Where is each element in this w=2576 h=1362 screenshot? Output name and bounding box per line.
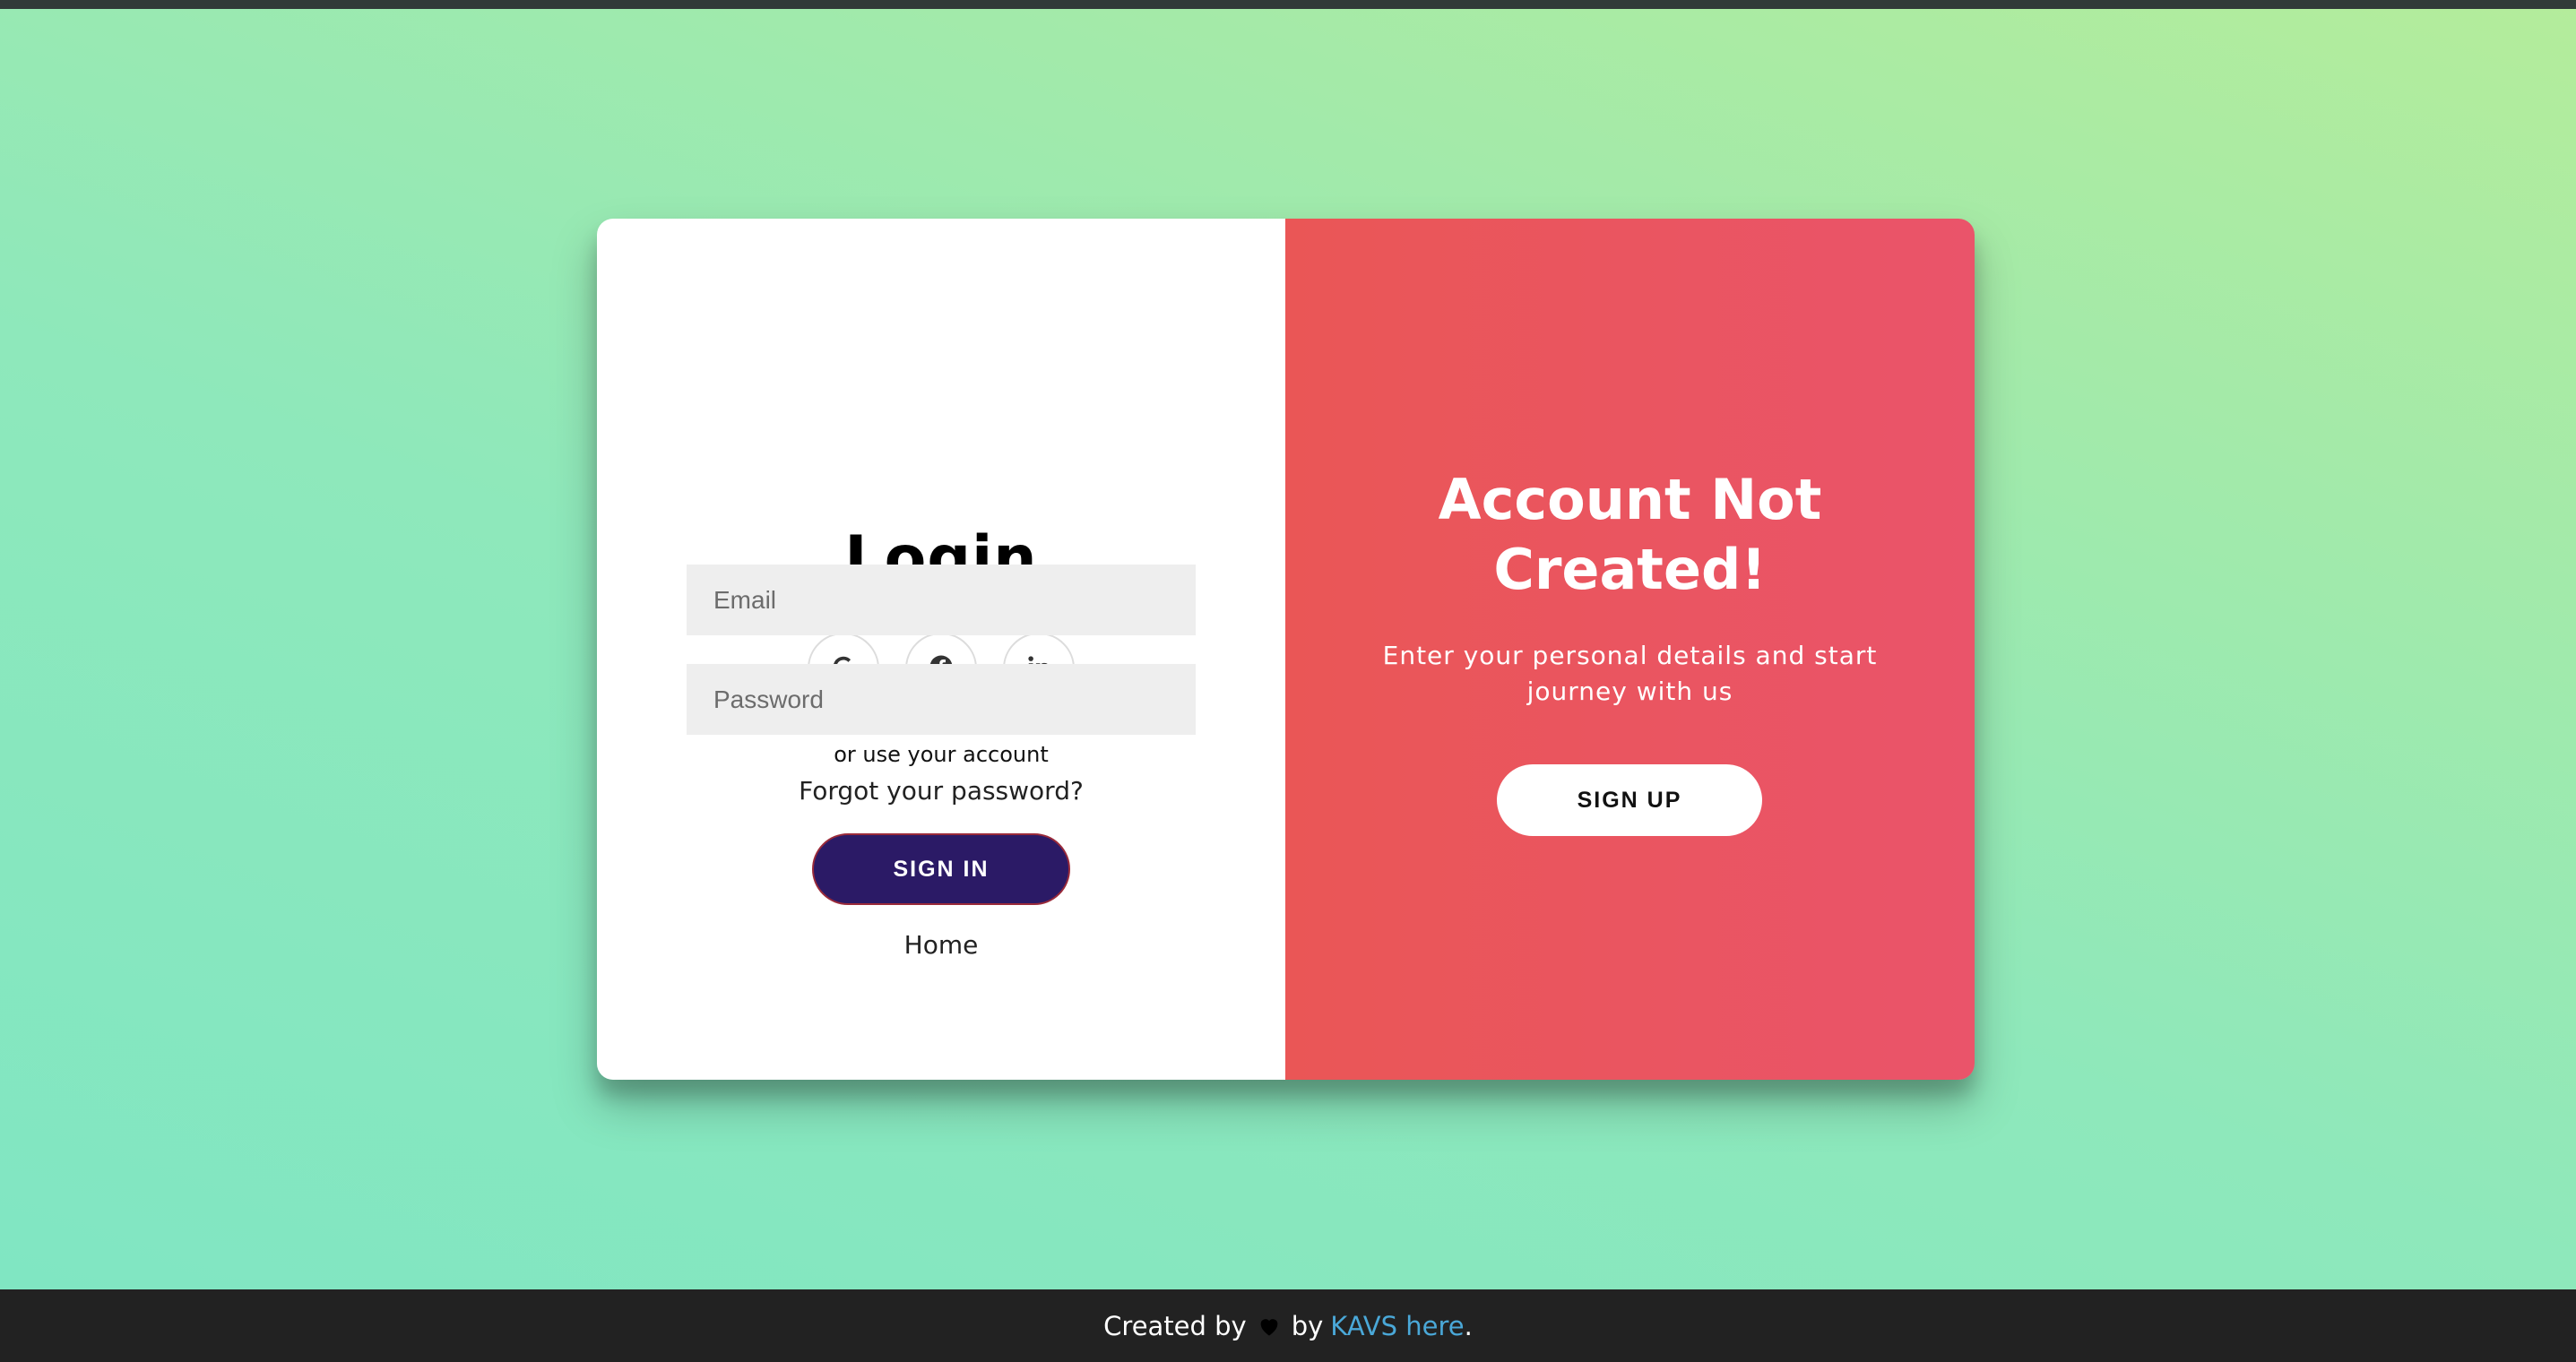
- promo-text-line1: Enter your personal details and start: [1382, 641, 1878, 670]
- email-field[interactable]: [687, 565, 1196, 635]
- home-link[interactable]: Home: [597, 930, 1285, 960]
- promo-title-line2: Created!: [1493, 537, 1767, 602]
- promo-text-line2: journey with us: [1526, 677, 1733, 706]
- top-bar: [0, 0, 2576, 9]
- password-field[interactable]: [687, 664, 1196, 735]
- promo-title: Account Not Created!: [1285, 465, 1975, 605]
- footer-period: .: [1464, 1310, 1473, 1341]
- promo-title-line1: Account Not: [1438, 467, 1822, 532]
- promo-description: Enter your personal details and start jo…: [1285, 638, 1975, 710]
- sign-in-button[interactable]: SIGN IN: [812, 833, 1070, 905]
- footer: Created by by KAVS here .: [0, 1289, 2576, 1362]
- promo-panel: Account Not Created! Enter your personal…: [1285, 219, 1975, 1080]
- forgot-password-link[interactable]: Forgot your password?: [597, 776, 1285, 806]
- login-panel: Login or use your account Forgot your pa…: [597, 219, 1285, 1080]
- sign-up-button[interactable]: SIGN UP: [1497, 764, 1762, 836]
- footer-created-by: Created by: [1103, 1310, 1247, 1341]
- footer-author-link[interactable]: KAVS here: [1330, 1311, 1464, 1341]
- footer-by: by: [1291, 1310, 1324, 1341]
- auth-card: Login or use your account Forgot your pa…: [597, 219, 1975, 1080]
- heart-icon: [1256, 1314, 1283, 1339]
- alternative-login-text: or use your account: [834, 742, 1049, 767]
